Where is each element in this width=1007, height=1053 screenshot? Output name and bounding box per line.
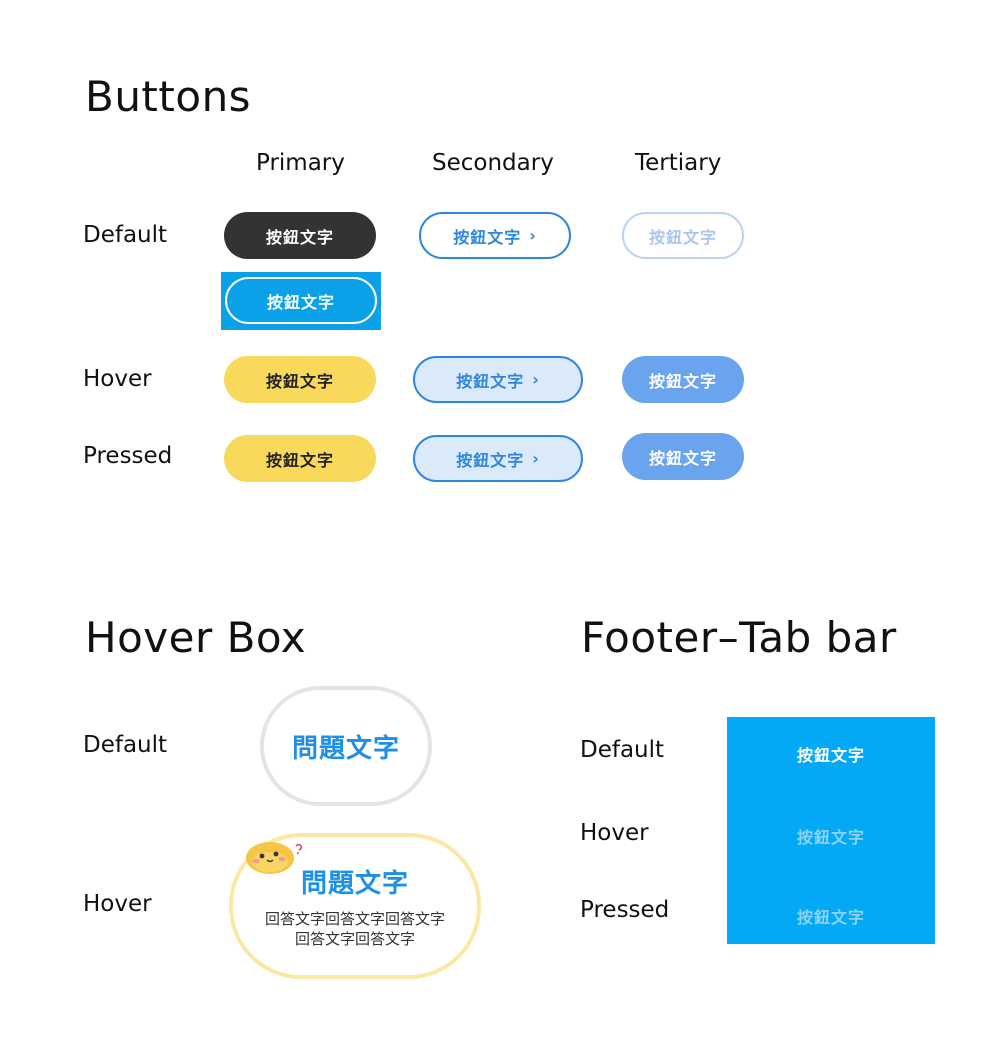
footer-tab-bar: 按鈕文字 按鈕文字 按鈕文字 — [727, 717, 935, 944]
answer-text: 回答文字回答文字回答文字 回答文字回答文字 — [243, 909, 467, 949]
primary-hover-button[interactable]: 按鈕文字 — [224, 356, 376, 403]
hover-box-row-label-default: Default — [83, 732, 168, 758]
tertiary-hover-button[interactable]: 按鈕文字 — [622, 356, 744, 403]
tab-row-label-default: Default — [580, 737, 665, 763]
column-header-tertiary: Tertiary — [635, 150, 722, 176]
chevron-right-icon: › — [532, 449, 540, 468]
tab-row-label-hover: Hover — [580, 820, 649, 846]
question-text: 問題文字 — [291, 733, 400, 764]
primary-focus-button[interactable]: 按鈕文字 — [225, 277, 377, 324]
button-label: 按鈕文字 — [648, 448, 717, 468]
button-label: 按鈕文字 — [453, 227, 522, 247]
row-label-default: Default — [83, 222, 168, 248]
column-header-secondary: Secondary — [432, 150, 554, 176]
column-header-primary: Primary — [256, 150, 345, 176]
hover-box-default[interactable]: 問題文字 — [260, 686, 432, 806]
answer-line: 回答文字回答文字 — [294, 930, 415, 948]
button-label: 按鈕文字 — [265, 450, 334, 470]
primary-default-button[interactable]: 按鈕文字 — [224, 212, 376, 259]
button-label: 按鈕文字 — [266, 292, 335, 312]
row-label-hover: Hover — [83, 366, 152, 392]
chevron-right-icon: › — [532, 370, 540, 389]
buttons-title: Buttons — [85, 72, 252, 121]
tertiary-default-button[interactable]: 按鈕文字 — [622, 212, 744, 259]
tab-row-label-pressed: Pressed — [580, 897, 670, 923]
button-label: 按鈕文字 — [456, 450, 525, 470]
secondary-pressed-button[interactable]: 按鈕文字 › — [413, 435, 583, 482]
tab-item-default[interactable]: 按鈕文字 — [727, 742, 935, 766]
button-label: 按鈕文字 — [265, 371, 334, 391]
secondary-default-button[interactable]: 按鈕文字 › — [419, 212, 571, 259]
tab-item-hover[interactable]: 按鈕文字 — [727, 824, 935, 848]
button-label: 按鈕文字 — [456, 371, 525, 391]
tab-item-pressed[interactable]: 按鈕文字 — [727, 904, 935, 928]
footer-tab-bar-title: Footer–Tab bar — [581, 613, 897, 662]
hover-box-row-label-hover: Hover — [83, 891, 152, 917]
secondary-hover-button[interactable]: 按鈕文字 › — [413, 356, 583, 403]
primary-pressed-button[interactable]: 按鈕文字 — [224, 435, 376, 482]
button-label: 按鈕文字 — [648, 371, 717, 391]
bird-mascot-icon — [246, 842, 303, 874]
button-label: 按鈕文字 — [265, 227, 334, 247]
button-label: 按鈕文字 — [648, 227, 717, 247]
chevron-right-icon: › — [529, 226, 537, 245]
hover-box-title: Hover Box — [85, 613, 307, 662]
tertiary-pressed-button[interactable]: 按鈕文字 — [622, 433, 744, 480]
answer-line: 回答文字回答文字回答文字 — [264, 910, 445, 928]
row-label-pressed: Pressed — [83, 443, 173, 469]
